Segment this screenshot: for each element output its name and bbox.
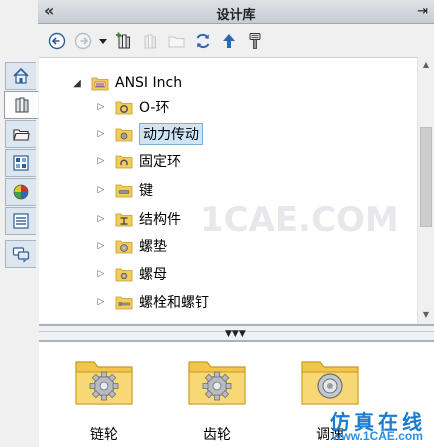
tree-item-label: 动力传动 [139,123,203,145]
collapsed-arrow-icon[interactable]: ▷ [95,185,107,195]
nut-folder-icon [115,268,133,282]
file-explorer-icon [13,129,30,141]
tab-file-explorer[interactable] [5,120,36,148]
new-folder-button[interactable] [166,30,188,52]
scroll-down-icon[interactable]: ▼ [418,307,434,323]
add-to-library-icon [116,32,130,49]
custom-properties-icon [13,213,29,229]
collapsed-arrow-icon[interactable]: ▷ [95,129,107,139]
collapsed-arrow-icon[interactable]: ▷ [95,102,107,112]
history-dropdown[interactable] [98,30,108,52]
tree-item-key[interactable]: ▷ 键 [95,178,153,202]
design-library-icon [15,97,28,113]
pin-icon[interactable]: ⇥ [417,4,428,19]
tree-item-label: 键 [139,183,153,199]
gallery-item-label: 链轮 [90,427,118,443]
view-palette-icon [13,155,29,171]
tree-root-ansi-inch[interactable]: ◢ ANSI Inch [71,71,182,95]
tab-custom-properties[interactable] [5,207,36,235]
expanded-arrow-icon[interactable]: ◢ [71,78,83,89]
tree-item-label: 螺垫 [139,239,167,255]
watermark-text: 1CAE.COM [200,200,399,240]
options-icon [249,33,261,49]
tab-appearances[interactable] [5,178,36,206]
forward-button[interactable] [72,30,94,52]
collapsed-arrow-icon[interactable]: ▷ [95,269,107,279]
tree-item-washer[interactable]: ▷ 螺垫 [95,234,167,258]
tab-forum[interactable] [5,240,36,268]
tab-view-palette[interactable] [5,149,36,177]
library-tree[interactable]: ◢ ANSI Inch ▷ O-环 ▷ 动力传动 ▷ 固定环 ▷ 键 ▷ 结构件… [39,57,417,323]
add-to-library-button[interactable] [114,30,136,52]
watermark-logo: 仿真在线 www.1CAE.com [310,403,434,447]
collapsed-arrow-icon[interactable]: ▷ [95,241,107,251]
design-library-panel: « 设计库 ⇥ ◢ ANSI Inch ▷ O-环 ▷ 动力传动 ▷ 固定环 ▷… [0,0,434,447]
retaining-ring-folder-icon [115,155,133,169]
scroll-thumb[interactable] [420,127,432,227]
delete-icon [144,34,156,49]
forum-icon [12,247,30,263]
up-folder-icon [223,34,235,48]
back-icon [48,32,66,50]
standard-folder-icon [91,77,109,91]
tree-item-label: 结构件 [139,212,181,228]
tab-home[interactable] [5,62,36,90]
tab-design-library[interactable] [4,91,38,119]
library-toolbar [38,25,434,57]
power-transmission-folder-icon [115,128,133,142]
tree-root-label: ANSI Inch [115,75,183,91]
tree-item-label: 固定环 [139,154,181,170]
collapsed-arrow-icon[interactable]: ▷ [95,297,107,307]
collapsed-arrow-icon[interactable]: ▷ [95,214,107,224]
watermark-brand-site: www.1CAE.com [332,429,423,443]
tree-scrollbar[interactable]: ▲ ▼ [417,57,434,323]
tree-item-retaining-ring[interactable]: ▷ 固定环 [95,149,181,173]
tree-item-o-ring[interactable]: ▷ O-环 [95,95,170,119]
appearances-icon [13,184,29,200]
disc-folder-icon [301,361,359,405]
panel-title: 设计库 [216,8,256,23]
tree-item-nut[interactable]: ▷ 螺母 [95,262,167,286]
key-folder-icon [115,184,133,198]
delete-button[interactable] [140,30,162,52]
gallery-item-sprocket[interactable]: 链轮 [59,352,149,443]
options-button[interactable] [244,30,266,52]
gear-folder-icon [188,361,246,405]
bolt-folder-icon [115,296,133,310]
collapsed-arrow-icon[interactable]: ▷ [95,156,107,166]
forward-icon [74,32,92,50]
o-ring-folder-icon [115,101,133,115]
gallery-item-gear[interactable]: 齿轮 [172,352,262,443]
refresh-button[interactable] [192,30,214,52]
tree-item-label: 螺母 [139,267,167,283]
pane-splitter[interactable]: ▼▼▼ [39,324,434,342]
back-button[interactable] [46,30,68,52]
splitter-grip-icon[interactable]: ▼▼▼ [225,329,246,339]
new-folder-icon [168,36,185,48]
gear-folder-icon [75,361,133,405]
structural-folder-icon [115,213,133,227]
task-pane-tabs [0,0,38,447]
tree-item-power-transmission[interactable]: ▷ 动力传动 [95,122,203,146]
gallery-item-label: 齿轮 [203,427,231,443]
tree-item-structural[interactable]: ▷ 结构件 [95,207,181,231]
washer-folder-icon [115,240,133,254]
up-folder-button[interactable] [218,30,240,52]
home-icon [13,67,29,84]
tree-item-bolt[interactable]: ▷ 螺栓和螺钉 [95,290,209,314]
panel-title-bar: « 设计库 ⇥ [38,0,434,24]
dropdown-icon [99,39,107,44]
refresh-icon [196,33,210,49]
tree-item-label: O-环 [139,100,170,116]
tree-item-label: 螺栓和螺钉 [139,295,209,311]
scroll-up-icon[interactable]: ▲ [418,57,434,73]
